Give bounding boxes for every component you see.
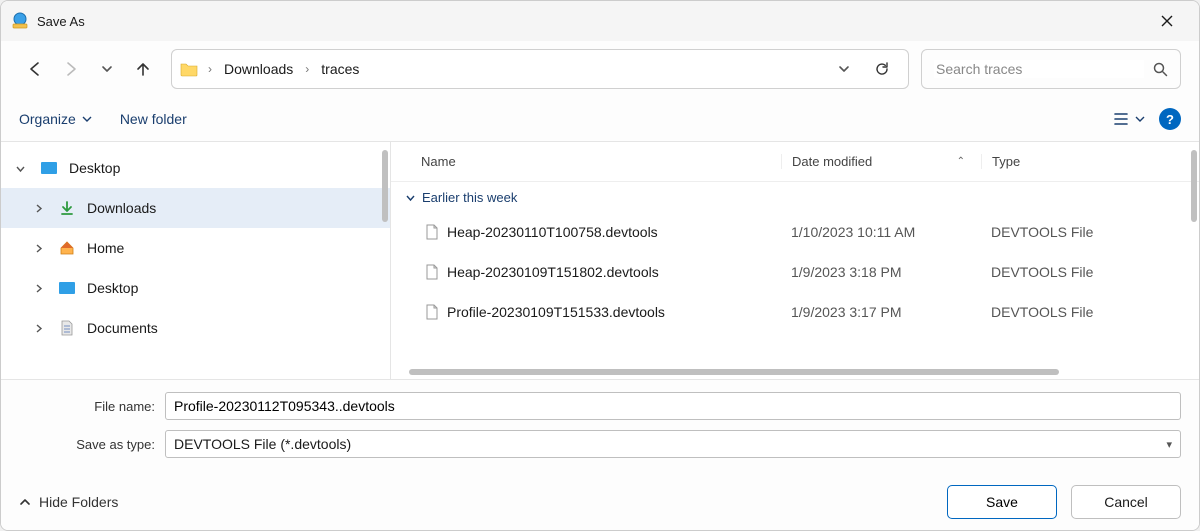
desktop-icon [57,281,77,295]
app-icon [11,12,29,30]
file-icon [421,224,443,240]
file-type: DEVTOOLS File [981,304,1199,320]
cancel-button[interactable]: Cancel [1071,485,1181,519]
file-group-header[interactable]: Earlier this week [391,182,1199,212]
breadcrumb-dropdown-button[interactable] [828,53,860,85]
nav-controls [19,51,159,87]
file-list-vscrollbar[interactable] [1191,150,1197,222]
download-icon [57,200,77,216]
sort-indicator-icon: ⌃ [957,156,965,167]
search-icon[interactable] [1152,61,1168,77]
sidebar-scrollbar[interactable] [382,150,388,222]
tree-label: Desktop [87,280,138,296]
tree-item-desktop[interactable]: Desktop [1,268,390,308]
file-icon [421,264,443,280]
new-folder-button[interactable]: New folder [120,111,187,127]
hide-folders-toggle[interactable]: Hide Folders [19,494,118,510]
tree-item-desktop-root[interactable]: Desktop [1,148,390,188]
document-icon [57,320,77,336]
recent-locations-button[interactable] [91,51,123,87]
home-icon [57,240,77,256]
file-list-hscrollbar[interactable] [409,369,1059,375]
column-header-date[interactable]: Date modified ⌃ [781,154,981,169]
chevron-right-icon[interactable]: › [202,62,218,76]
save-button[interactable]: Save [947,485,1057,519]
search-box[interactable] [921,49,1181,89]
breadcrumb[interactable]: › Downloads › traces [171,49,909,89]
chevron-right-icon[interactable] [29,243,47,254]
chevron-down-icon: ▾ [1158,438,1172,451]
organize-label: Organize [19,111,76,127]
breadcrumb-seg-0[interactable]: Downloads [218,59,299,79]
view-options-button[interactable] [1113,111,1145,127]
tree-label: Desktop [69,160,120,176]
chevron-down-icon[interactable] [11,163,29,174]
folder-icon [178,61,200,77]
toolbar: Organize New folder ? [1,97,1199,141]
file-row[interactable]: Heap-20230109T151802.devtools 1/9/2023 3… [391,252,1199,292]
save-type-select[interactable]: DEVTOOLS File (*.devtools) ▾ [165,430,1181,458]
file-type: DEVTOOLS File [981,224,1199,240]
breadcrumb-seg-1[interactable]: traces [315,59,365,79]
file-date: 1/9/2023 3:18 PM [781,264,981,280]
file-name: Heap-20230109T151802.devtools [443,264,781,280]
tree-label: Downloads [87,200,156,216]
tree-item-documents[interactable]: Documents [1,308,390,348]
file-list: Name Date modified ⌃ Type Earlier this w… [391,142,1199,379]
window-title: Save As [37,14,85,29]
search-input[interactable] [934,60,1144,78]
chevron-right-icon[interactable]: › [299,62,315,76]
file-name: Heap-20230110T100758.devtools [443,224,781,240]
chevron-right-icon[interactable] [29,323,47,334]
column-header-type[interactable]: Type [981,154,1199,169]
tree-item-home[interactable]: Home [1,228,390,268]
column-headers: Name Date modified ⌃ Type [391,142,1199,182]
titlebar: Save As [1,1,1199,41]
chevron-down-icon [1135,114,1145,124]
file-name-label: File name: [19,399,165,414]
save-as-dialog: Save As › Downloads [0,0,1200,531]
chevron-right-icon[interactable] [29,203,47,214]
column-header-name[interactable]: Name [421,154,781,169]
save-type-value: DEVTOOLS File (*.devtools) [174,436,351,452]
file-row[interactable]: Profile-20230109T151533.devtools 1/9/202… [391,292,1199,332]
file-date: 1/9/2023 3:17 PM [781,304,981,320]
file-row[interactable]: Heap-20230110T100758.devtools 1/10/2023 … [391,212,1199,252]
navigation-row: › Downloads › traces [1,41,1199,97]
file-type: DEVTOOLS File [981,264,1199,280]
file-date: 1/10/2023 10:11 AM [781,224,981,240]
main-area: Desktop Downloads Home [1,141,1199,379]
file-icon [421,304,443,320]
desktop-icon [39,161,59,175]
dialog-footer: Hide Folders Save Cancel [1,474,1199,530]
save-form: File name: Save as type: DEVTOOLS File (… [1,379,1199,474]
forward-button[interactable] [55,51,87,87]
file-name: Profile-20230109T151533.devtools [443,304,781,320]
chevron-up-icon [19,496,31,508]
tree-item-downloads[interactable]: Downloads [1,188,390,228]
chevron-down-icon [405,192,416,203]
chevron-right-icon[interactable] [29,283,47,294]
close-button[interactable] [1147,5,1187,37]
refresh-button[interactable] [866,53,898,85]
tree-label: Documents [87,320,158,336]
save-type-label: Save as type: [19,437,165,452]
organize-menu[interactable]: Organize [19,111,92,127]
list-view-icon [1113,111,1131,127]
file-name-input[interactable] [165,392,1181,420]
help-button[interactable]: ? [1159,108,1181,130]
tree-label: Home [87,240,124,256]
back-button[interactable] [19,51,51,87]
chevron-down-icon [82,114,92,124]
up-button[interactable] [127,51,159,87]
folder-tree: Desktop Downloads Home [1,142,391,379]
